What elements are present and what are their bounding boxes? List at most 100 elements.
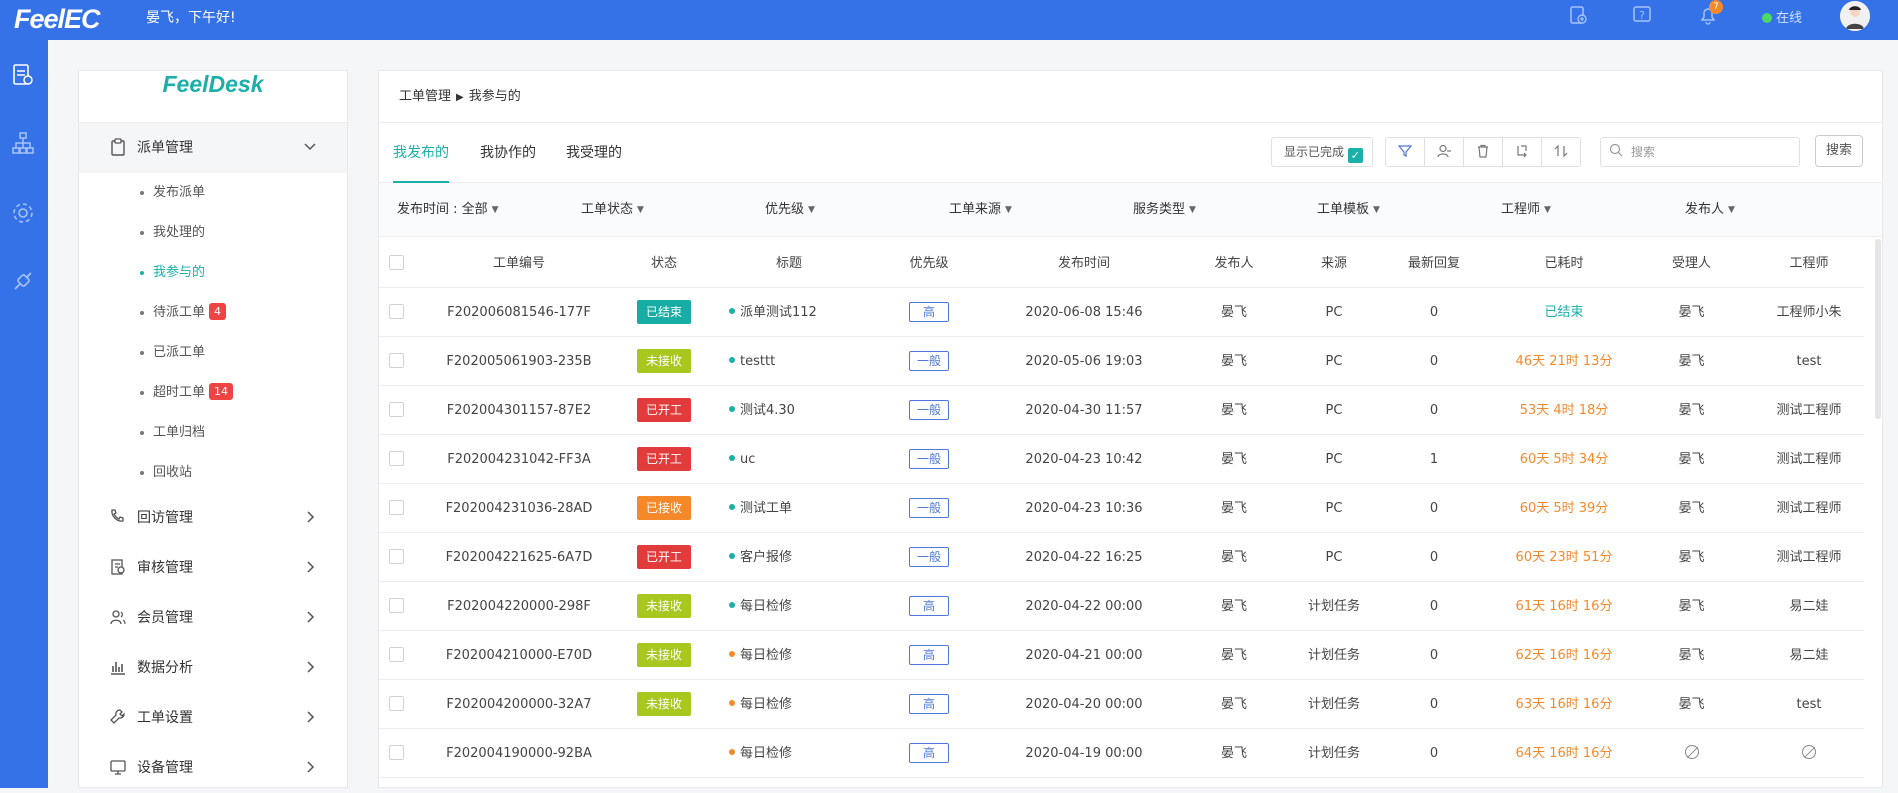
filter-dropdown[interactable]: 发布人 ▼ [1685,183,1735,237]
sidebar-item[interactable]: 发布派单 [79,173,347,213]
table-row[interactable]: F202004221625-6A7D 已开工 客户报修 一般 2020-04-22 16… [379,533,1864,582]
column-header[interactable]: 受理人 [1639,239,1744,288]
sidebar-section[interactable]: 工单设置 [79,693,347,743]
ticket-id[interactable]: F202004210000-E70D [446,648,592,663]
ticket-id[interactable]: F202004221625-6A7D [446,550,593,565]
column-header[interactable]: 已耗时 [1489,239,1639,288]
sidebar-item[interactable]: 超时工单 14 [79,373,347,413]
table-row[interactable]: F202004231042-FF3A 已开工 uc 一般 2020-04-23 10:4… [379,435,1864,484]
column-header[interactable]: 优先级 [869,239,989,288]
sidebar-item[interactable]: 已派工单 [79,333,347,373]
check-icon[interactable]: ✓ [1347,148,1363,163]
ticket-id[interactable]: F202004301157-87E2 [447,403,591,418]
column-header[interactable]: 发布人 [1179,239,1289,288]
sidebar-item[interactable]: 我处理的 [79,213,347,253]
filter-dropdown[interactable]: 工单模板 ▼ [1317,183,1380,237]
ticket-id[interactable]: F202004190000-92BA [446,746,592,761]
sort-button[interactable] [1541,137,1581,167]
sidebar-section[interactable]: 会员管理 [79,593,347,643]
column-header[interactable]: 最新回复 [1379,239,1489,288]
table-row[interactable]: F202004231036-28AD 已接收 测试工单 一般 2020-04-23 10… [379,484,1864,533]
ticket-id[interactable]: F202004231042-FF3A [447,452,591,467]
ticket-icon[interactable] [9,62,37,90]
column-header[interactable]: 工单编号 [419,239,619,288]
row-checkbox[interactable] [389,402,404,417]
filter-dropdown[interactable]: 工程师 ▼ [1501,183,1551,237]
sidebar-section[interactable]: 设备管理 [79,743,347,793]
sidebar-section[interactable]: 审核管理 [79,543,347,593]
ticket-id[interactable]: F202006081546-177F [447,305,591,320]
filter-dropdown[interactable]: 工单来源 ▼ [949,183,1012,237]
row-checkbox[interactable] [389,353,404,368]
row-checkbox[interactable] [389,451,404,466]
sidebar-section[interactable]: 回访管理 [79,493,347,543]
tab-accepted[interactable]: 我受理的 [566,123,622,183]
row-checkbox[interactable] [389,745,404,760]
assign-button[interactable] [1424,137,1464,167]
tab-published[interactable]: 我发布的 [393,123,449,183]
table-row[interactable]: F202004210000-E70D 未接收 每日检修 高 2020-04-21 00:… [379,631,1864,680]
column-header[interactable]: 标题 [709,239,869,288]
filter-dropdown[interactable]: 工单状态 ▼ [581,183,644,237]
sidebar-item[interactable]: 我参与的 [79,253,347,293]
select-all-checkbox[interactable] [389,255,404,270]
ticket-title[interactable]: 每日检修 [740,746,792,761]
ticket-id[interactable]: F202004220000-298F [447,599,591,614]
new-doc-icon[interactable] [1566,4,1590,28]
org-icon[interactable] [9,130,37,158]
show-completed-toggle[interactable]: 显示已完成 ✓ [1271,137,1373,167]
column-header[interactable]: 发布时间 [989,239,1179,288]
ticket-id[interactable]: F202004200000-32A7 [446,697,591,712]
help-icon[interactable]: ? [1630,4,1654,28]
column-header[interactable]: 工程师 [1744,239,1874,288]
breadcrumb-root[interactable]: 工单管理 [399,89,451,104]
app-logo[interactable]: FeelEC [14,4,101,35]
search-button[interactable]: 搜索 [1815,135,1863,167]
gear-icon[interactable] [9,200,37,228]
table-row[interactable]: F202006081546-177F 已结束 派单测试112 高 2020-06-08 … [379,288,1864,337]
row-checkbox[interactable] [389,304,404,319]
row-checkbox[interactable] [389,647,404,662]
sidebar-item[interactable]: 回收站 [79,453,347,493]
filter-dropdown[interactable]: 优先级 ▼ [765,183,815,237]
chevron-down-icon [303,123,317,173]
tab-collaborated[interactable]: 我协作的 [480,123,536,183]
table-row[interactable]: F202004200000-32A7 未接收 每日检修 高 2020-04-20 00:… [379,680,1864,729]
filter-dropdown[interactable]: 发布时间 : 全部 ▼ [397,183,499,237]
sidebar-section-dispatch[interactable]: 派单管理 [79,123,347,173]
table-row[interactable]: F202005061903-235B 未接收 testtt 一般 2020-05-06 … [379,337,1864,386]
feeldesk-logo[interactable]: FeelDesk [79,71,347,123]
ticket-title[interactable]: 每日检修 [740,697,792,712]
ticket-title[interactable]: testtt [740,354,775,369]
plug-icon[interactable] [9,268,37,296]
ticket-title[interactable]: 测试工单 [740,501,792,516]
ticket-title[interactable]: uc [740,452,755,467]
transfer-button[interactable] [1502,137,1542,167]
search-input[interactable] [1631,139,1791,165]
row-checkbox[interactable] [389,500,404,515]
ticket-id[interactable]: F202005061903-235B [446,354,591,369]
row-checkbox[interactable] [389,549,404,564]
table-scrollbar[interactable] [1875,239,1881,419]
table-row[interactable]: F202004190000-92BA 每日检修 高 2020-04-19 00:00 晏… [379,729,1864,778]
online-status[interactable]: 在线 [1762,7,1802,26]
avatar[interactable] [1840,1,1870,31]
column-header[interactable]: 状态 [619,239,709,288]
ticket-title[interactable]: 派单测试112 [740,305,817,320]
row-checkbox[interactable] [389,696,404,711]
delete-button[interactable] [1463,137,1503,167]
ticket-title[interactable]: 客户报修 [740,550,792,565]
sidebar-item[interactable]: 工单归档 [79,413,347,453]
row-checkbox[interactable] [389,598,404,613]
table-row[interactable]: F202004220000-298F 未接收 每日检修 高 2020-04-22 00:… [379,582,1864,631]
filter-button[interactable] [1385,137,1425,167]
ticket-id[interactable]: F202004231036-28AD [446,501,593,516]
ticket-title[interactable]: 测试4.30 [740,403,795,418]
ticket-title[interactable]: 每日检修 [740,648,792,663]
table-row[interactable]: F202004301157-87E2 已开工 测试4.30 一般 2020-04-30 … [379,386,1864,435]
column-header[interactable]: 来源 [1289,239,1379,288]
ticket-title[interactable]: 每日检修 [740,599,792,614]
filter-dropdown[interactable]: 服务类型 ▼ [1133,183,1196,237]
sidebar-section[interactable]: 数据分析 [79,643,347,693]
sidebar-item[interactable]: 待派工单 4 [79,293,347,333]
